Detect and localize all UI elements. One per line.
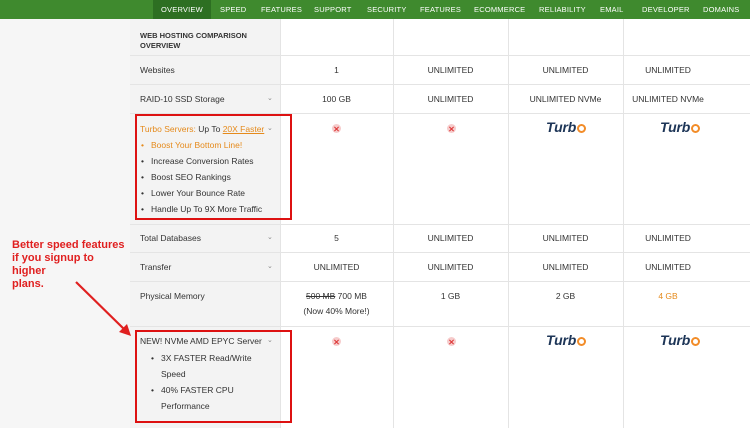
annotation-arrow [75, 281, 131, 336]
arrow-shaft [75, 281, 127, 332]
